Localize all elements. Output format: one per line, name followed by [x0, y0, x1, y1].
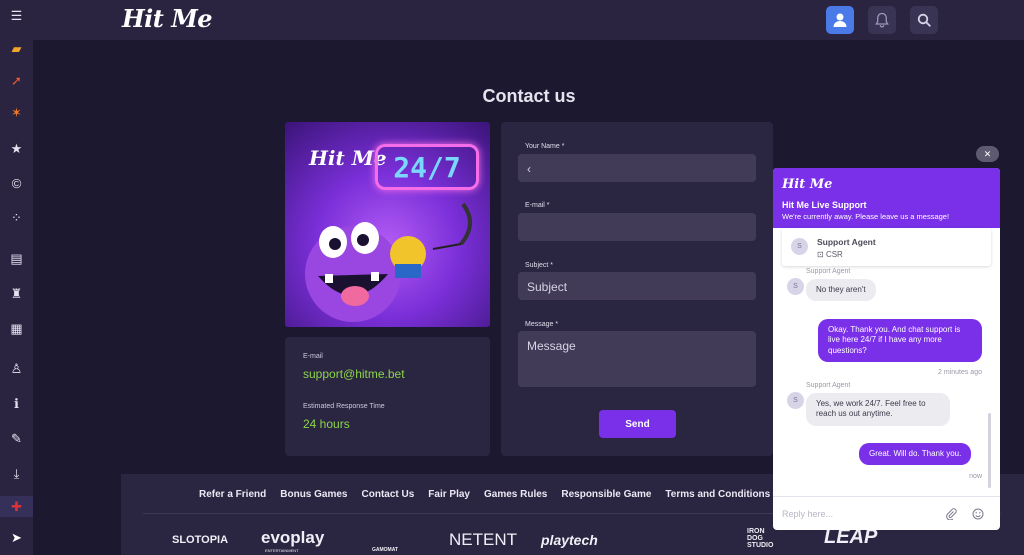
dice-icon[interactable]: ⁘ — [6, 207, 27, 228]
agent-role: ⊡ CSR — [817, 250, 843, 259]
search-button[interactable] — [910, 6, 938, 34]
chat-title: Hit Me Live Support — [782, 200, 867, 210]
footer-link-fair-play[interactable]: Fair Play — [428, 489, 470, 500]
provider-irondog-logo: IRON DOG STUDIO — [747, 528, 774, 549]
chat-scrollbar[interactable] — [988, 413, 991, 488]
message-bubble-user: Great. Will do. Thank you. — [859, 443, 972, 466]
response-time-value: 24 hours — [303, 417, 350, 431]
email-field-label: E-mail * — [525, 202, 550, 209]
star-icon[interactable]: ★ — [6, 138, 27, 159]
edit-icon[interactable]: ✎ — [6, 428, 27, 449]
subject-field[interactable]: Subject — [518, 272, 756, 300]
email-label: E-mail — [303, 353, 323, 360]
provider-logos: SLOTOPIA evoplay ENTERTAINMENT GAMOMAT N… — [169, 526, 877, 554]
provider-evoplay-logo: evoplay — [261, 528, 325, 547]
name-label: Your Name * — [525, 143, 565, 150]
chat-close-button[interactable]: ✕ — [976, 146, 999, 162]
subject-label: Subject * — [525, 262, 554, 269]
telegram-icon[interactable]: ➤ — [6, 527, 27, 548]
send-button[interactable]: Send — [599, 410, 676, 438]
chat-reply-input[interactable]: Reply here... — [773, 496, 1000, 530]
uk-flag-icon[interactable]: ✚ — [0, 496, 33, 517]
notifications-button[interactable] — [868, 6, 896, 34]
agent-name: Support Agent — [817, 237, 876, 247]
user-icon — [833, 13, 847, 27]
email-field[interactable] — [518, 213, 756, 241]
footer-link-terms[interactable]: Terms and Conditions — [665, 489, 770, 500]
page-title: Contact us — [482, 86, 576, 106]
footer-links: Refer a Friend Bonus Games Contact Us Fa… — [199, 489, 770, 500]
live-chat-widget: Hit Me Hit Me Live Support We're current… — [773, 168, 1000, 530]
footer-link-responsible[interactable]: Responsible Game — [561, 489, 651, 500]
footer-link-bonus-games[interactable]: Bonus Games — [280, 489, 347, 500]
footer-link-refer[interactable]: Refer a Friend — [199, 489, 266, 500]
provider-playtech-logo: playtech — [541, 532, 598, 548]
attach-icon[interactable] — [945, 508, 957, 520]
name-field[interactable]: ‹ — [518, 154, 756, 182]
footer-link-contact[interactable]: Contact Us — [362, 489, 415, 500]
message-time: 2 minutes ago — [938, 369, 982, 376]
message-bubble-user: Okay. Thank you. And chat support is liv… — [818, 319, 982, 363]
trophy-icon[interactable]: ♜ — [6, 283, 27, 304]
contact-form: Your Name * ‹ E-mail * Subject * Subject… — [501, 122, 773, 456]
gift-icon[interactable]: ▤ — [6, 248, 27, 269]
agent-role-text: CSR — [825, 250, 843, 259]
provider-slotopia-logo: SLOTOPIA — [172, 534, 229, 546]
sidebar: ☰ ▰ ➚ ✶ ★ © ⁘ ▤ ♜ ▦ ♙ ℹ ✎ ⤓ ✚ ➤ — [0, 0, 33, 555]
chat-header: Hit Me Hit Me Live Support We're current… — [773, 168, 1000, 228]
joystick-icon[interactable]: ♙ — [6, 358, 27, 379]
promo-image: Hit Me 24/7 — [285, 122, 490, 327]
site-logo[interactable]: Hit Me — [122, 4, 213, 33]
download-icon[interactable]: ⤓ — [6, 463, 27, 484]
provider-evoplay-tagline: ENTERTAINMENT — [265, 548, 299, 553]
message-time: now — [969, 473, 982, 480]
contact-info-card: E-mail support@hitme.bet Estimated Respo… — [285, 337, 490, 456]
message-avatar: S — [787, 392, 804, 409]
briefcase-icon: ⊡ — [817, 250, 826, 259]
coin-icon[interactable]: © — [6, 173, 27, 194]
footer-link-games-rules[interactable]: Games Rules — [484, 489, 547, 500]
provider-gamomat-logo: GAMOMAT — [372, 547, 399, 553]
user-button[interactable] — [826, 6, 854, 34]
agent-avatar: S — [791, 238, 808, 255]
chat-logo: Hit Me — [782, 177, 833, 192]
monster-mascot-icon — [305, 202, 472, 322]
provider-netent-logo: NETENT — [449, 530, 517, 549]
message-sender: Support Agent — [806, 382, 851, 389]
message-bubble-agent: Yes, we work 24/7. Feel free to reach us… — [806, 393, 950, 426]
response-time-label: Estimated Response Time — [303, 403, 385, 410]
agent-card: S Support Agent ⊡ CSR — [782, 228, 991, 266]
promo-badge: 24/7 — [375, 144, 479, 190]
message-bubble-agent: No they aren't — [806, 279, 876, 302]
search-icon — [917, 13, 931, 27]
message-label: Message * — [525, 321, 559, 328]
message-sender: Support Agent — [806, 268, 851, 275]
chat-subtitle: We're currently away. Please leave us a … — [782, 212, 950, 221]
menu-icon[interactable]: ☰ — [6, 5, 27, 26]
message-field[interactable]: Message — [518, 331, 756, 387]
chat-reply-placeholder: Reply here... — [782, 509, 834, 519]
message-avatar: S — [787, 278, 804, 295]
emoji-icon[interactable] — [972, 508, 984, 520]
tickets-icon[interactable]: ▰ — [6, 38, 27, 59]
support-email-link[interactable]: support@hitme.bet — [303, 367, 472, 381]
bell-icon — [875, 12, 889, 28]
info-icon[interactable]: ℹ — [6, 393, 27, 414]
store-icon[interactable]: ▦ — [6, 318, 27, 339]
